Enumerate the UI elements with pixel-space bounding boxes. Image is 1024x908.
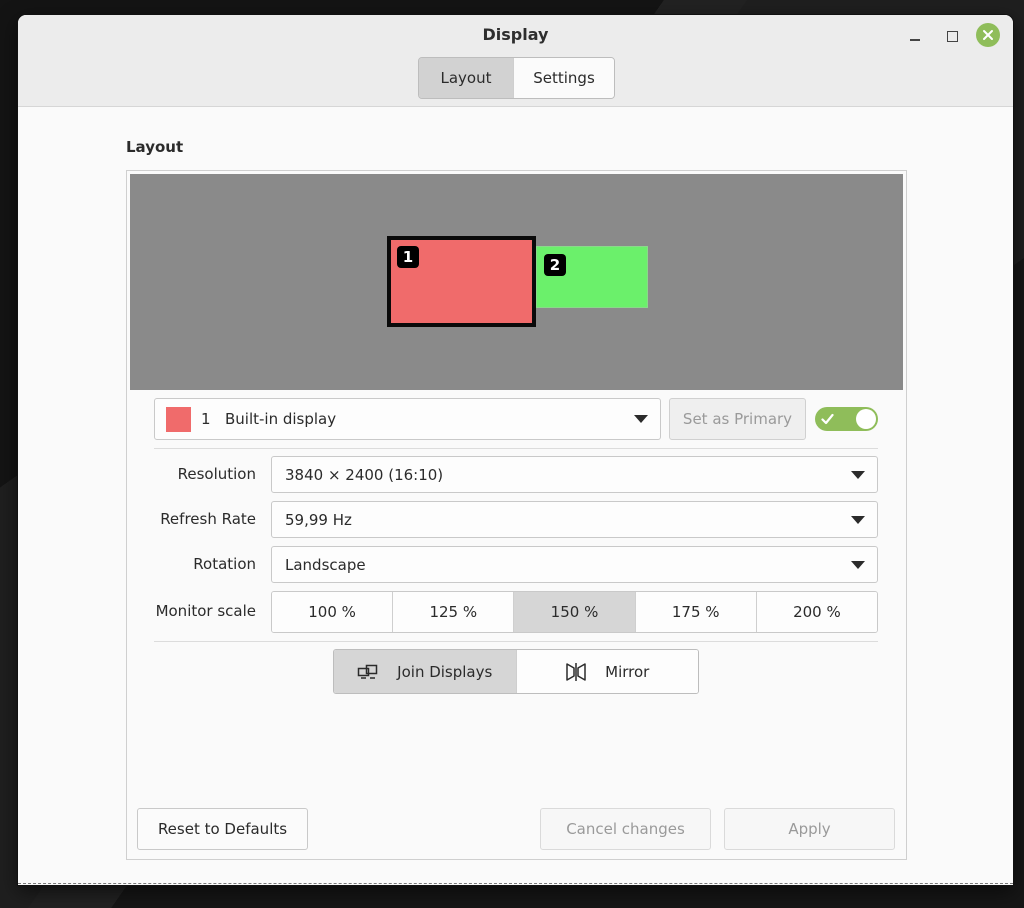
reset-to-defaults-button[interactable]: Reset to Defaults	[137, 808, 308, 850]
resolution-select[interactable]: 3840 × 2400 (16:10)	[271, 456, 878, 493]
header-bar: Display Layout Settings	[18, 15, 1013, 107]
scale-175-button[interactable]: 175 %	[634, 592, 756, 632]
refresh-rate-label: Refresh Rate	[160, 510, 256, 528]
tab-switcher: Layout Settings	[418, 57, 615, 99]
window-bottom-edge	[18, 883, 1013, 884]
check-icon	[821, 413, 834, 425]
monitor-1-tile[interactable]: 1	[387, 236, 536, 327]
chevron-down-icon	[851, 560, 865, 569]
display-color-swatch	[166, 406, 191, 432]
scale-100-button[interactable]: 100 %	[272, 592, 393, 632]
rotation-label: Rotation	[193, 555, 256, 573]
chevron-down-icon	[851, 470, 865, 479]
refresh-rate-select[interactable]: 59,99 Hz	[271, 501, 878, 538]
join-displays-label: Join Displays	[397, 662, 493, 681]
monitor-1-badge: 1	[397, 246, 419, 268]
window-title: Display	[482, 25, 549, 44]
join-displays-button[interactable]: Join Displays	[334, 650, 516, 693]
minimize-icon[interactable]	[902, 23, 928, 49]
tab-layout[interactable]: Layout	[419, 58, 513, 98]
resolution-value: 3840 × 2400 (16:10)	[285, 465, 444, 484]
monitor-2-tile[interactable]: 2	[536, 246, 648, 308]
mirror-button[interactable]: Mirror	[515, 650, 698, 693]
monitor-2-badge: 2	[544, 254, 566, 276]
monitor-scale-group: 100 % 125 % 150 % 175 % 200 %	[271, 591, 878, 633]
chevron-down-icon	[851, 515, 865, 524]
display-name: Built-in display	[225, 410, 337, 428]
rotation-value: Landscape	[285, 555, 366, 574]
rotation-select[interactable]: Landscape	[271, 546, 878, 583]
close-icon[interactable]	[976, 23, 1000, 47]
refresh-rate-value: 59,99 Hz	[285, 510, 352, 529]
scale-150-button[interactable]: 150 %	[513, 592, 635, 632]
mirror-icon	[566, 662, 586, 681]
monitor-arrangement-canvas[interactable]: 1 2	[130, 174, 903, 390]
apply-button[interactable]: Apply	[724, 808, 895, 850]
monitor-scale-label: Monitor scale	[155, 602, 256, 620]
display-mode-group: Join Displays Mirror	[333, 649, 699, 694]
layout-panel: 1 2 1 Built-in display Set as Primary Re…	[126, 170, 907, 860]
mirror-label: Mirror	[605, 662, 650, 681]
cancel-changes-button[interactable]: Cancel changes	[540, 808, 711, 850]
scale-125-button[interactable]: 125 %	[392, 592, 514, 632]
join-displays-icon	[357, 664, 378, 679]
display-enabled-toggle[interactable]	[815, 407, 878, 431]
set-as-primary-button[interactable]: Set as Primary	[669, 398, 806, 440]
chevron-down-icon	[634, 415, 648, 423]
display-select[interactable]: 1 Built-in display	[154, 398, 661, 440]
maximize-icon[interactable]	[939, 23, 965, 49]
divider	[154, 641, 878, 642]
scale-200-button[interactable]: 200 %	[755, 592, 877, 632]
toggle-knob	[856, 409, 876, 429]
divider	[154, 448, 878, 449]
resolution-label: Resolution	[177, 465, 256, 483]
section-title: Layout	[126, 138, 184, 156]
tab-settings[interactable]: Settings	[513, 58, 614, 98]
display-number: 1	[201, 410, 211, 428]
display-settings-window: Display Layout Settings Layout 1 2 1 Bui…	[18, 15, 1013, 885]
